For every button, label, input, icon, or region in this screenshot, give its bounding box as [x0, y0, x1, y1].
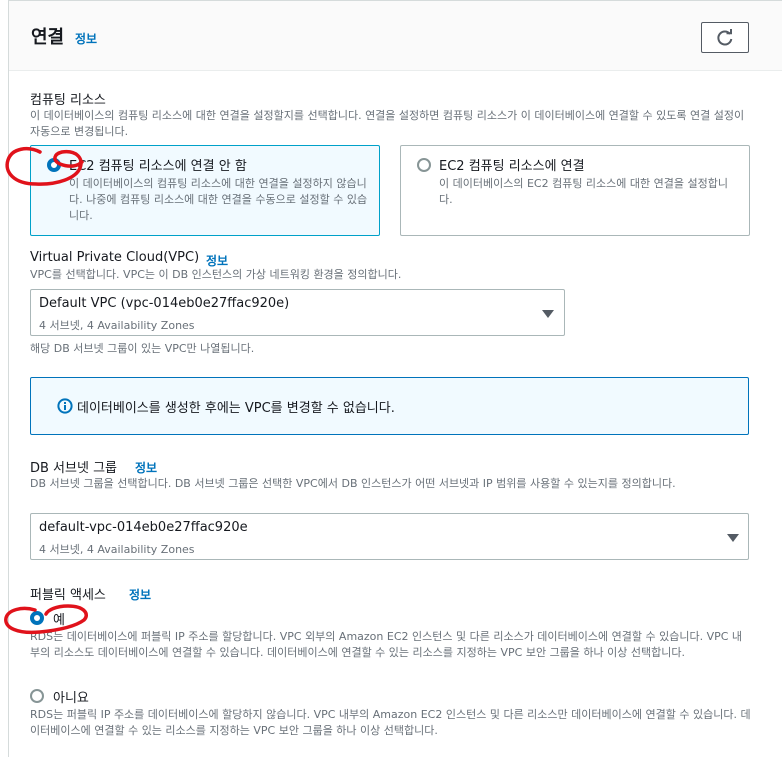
compute-option-no-connect-description: 이 데이터베이스의 컴퓨팅 리소스에 대한 연결을 설정하지 않습니다. 나중에… — [69, 177, 368, 222]
refresh-button[interactable] — [701, 22, 749, 53]
compute-option-connect-description: 이 데이터베이스의 EC2 컴퓨팅 리소스에 대한 연결을 설정합니다. — [439, 177, 728, 206]
info-circle-icon — [57, 398, 73, 414]
vpc-label: Virtual Private Cloud(VPC) — [30, 250, 200, 265]
vpc-description: VPC를 선택합니다. VPC는 이 DB 인스턴스의 가상 네트워킹 환경을 … — [30, 268, 402, 281]
compute-option-connect[interactable]: EC2 컴퓨팅 리소스에 연결 이 데이터베이스의 EC2 컴퓨팅 리소스에 대… — [400, 145, 750, 236]
subnet-info-link[interactable]: 정보 — [135, 459, 157, 476]
public-access-option-yes[interactable]: 예 RDS는 데이터베이스에 퍼블릭 IP 주소를 할당합니다. VPC 외부의… — [30, 607, 755, 677]
public-access-option-yes-title: 예 — [53, 613, 65, 628]
public-access-option-no[interactable]: 아니요 RDS는 퍼블릭 IP 주소를 데이터베이스에 할당하지 않습니다. V… — [30, 685, 755, 745]
panel-header: 연결 정보 — [9, 1, 782, 71]
title-info-link[interactable]: 정보 — [75, 30, 97, 47]
vpc-select[interactable]: Default VPC (vpc-014eb0e27ffac920e) 4 서브… — [30, 289, 565, 336]
caret-down-icon — [542, 310, 554, 318]
vpc-hint: 해당 DB 서브넷 그룹이 있는 VPC만 나열됩니다. — [30, 342, 255, 355]
public-access-info-link[interactable]: 정보 — [129, 586, 151, 603]
radio-connect[interactable] — [417, 158, 431, 172]
compute-description: 이 데이터베이스의 컴퓨팅 리소스에 대한 연결을 설정할지를 선택합니다. 연… — [30, 109, 745, 138]
radio-no-connect[interactable] — [47, 158, 61, 172]
public-access-option-yes-description: RDS는 데이터베이스에 퍼블릭 IP 주소를 할당합니다. VPC 외부의 A… — [30, 630, 743, 659]
page-title: 연결 — [31, 27, 65, 48]
subnet-label: DB 서브넷 그룹 — [30, 461, 117, 476]
compute-option-no-connect[interactable]: EC2 컴퓨팅 리소스에 연결 안 함 이 데이터베이스의 컴퓨팅 리소스에 대… — [30, 145, 380, 236]
vpc-alert: 데이터베이스를 생성한 후에는 VPC를 변경할 수 없습니다. — [30, 377, 749, 435]
public-access-option-no-title: 아니요 — [53, 691, 89, 706]
public-access-label: 퍼블릭 액세스 — [30, 588, 106, 603]
subnet-select[interactable]: default-vpc-014eb0e27ffac920e 4 서브넷, 4 A… — [30, 513, 749, 560]
connectivity-panel: 연결 정보 컴퓨팅 리소스 이 데이터베이스의 컴퓨팅 리소스에 대한 연결을 … — [8, 0, 782, 757]
caret-down-icon — [727, 534, 739, 542]
compute-option-no-connect-title: EC2 컴퓨팅 리소스에 연결 안 함 — [69, 159, 247, 174]
radio-public-no[interactable] — [30, 689, 44, 703]
compute-option-connect-title: EC2 컴퓨팅 리소스에 연결 — [439, 159, 585, 174]
radio-public-yes[interactable] — [30, 611, 44, 625]
compute-label: 컴퓨팅 리소스 — [30, 93, 106, 108]
public-access-option-no-description: RDS는 퍼블릭 IP 주소를 데이터베이스에 할당하지 않습니다. VPC 내… — [30, 708, 751, 737]
vpc-alert-text: 데이터베이스를 생성한 후에는 VPC를 변경할 수 없습니다. — [77, 401, 395, 416]
vpc-select-sub: 4 서브넷, 4 Availability Zones — [39, 319, 195, 332]
subnet-description: DB 서브넷 그룹을 선택합니다. DB 서브넷 그룹은 선택한 VPC에서 D… — [30, 477, 676, 490]
refresh-icon — [717, 28, 733, 45]
subnet-select-value: default-vpc-014eb0e27ffac920e — [39, 520, 248, 535]
vpc-select-value: Default VPC (vpc-014eb0e27ffac920e) — [39, 296, 290, 311]
subnet-select-sub: 4 서브넷, 4 Availability Zones — [39, 543, 195, 556]
